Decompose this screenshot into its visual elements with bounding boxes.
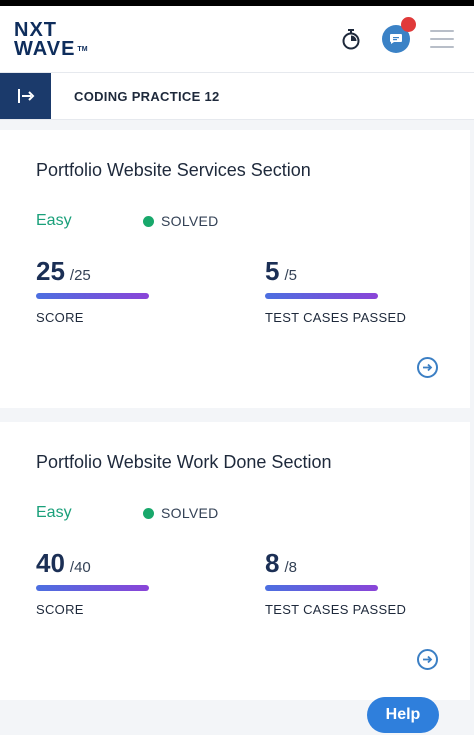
sidebar-expand-icon	[17, 89, 34, 103]
test-cases-label: TEST CASES PASSED	[265, 602, 407, 617]
test-cases-value: 5 /5	[265, 256, 297, 287]
test-cases-label: TEST CASES PASSED	[265, 310, 407, 325]
score-total: /25	[69, 267, 91, 284]
status-text: SOLVED	[161, 213, 219, 229]
score-label: SCORE	[36, 310, 84, 325]
chat-button[interactable]	[382, 17, 416, 53]
practice-subheader: CODING PRACTICE 12	[0, 72, 474, 120]
logo-line-2: WAVE	[14, 38, 76, 60]
menu-icon[interactable]	[430, 30, 454, 48]
status-badge: SOLVED	[143, 213, 219, 229]
open-question-button[interactable]	[417, 649, 438, 670]
score-number: 40	[36, 548, 65, 578]
difficulty-label: Easy	[36, 504, 72, 521]
solved-dot-icon	[143, 507, 154, 519]
nxtwave-logo[interactable]: NXT WAVE TM	[14, 20, 88, 60]
test-cases-total: /8	[284, 559, 297, 576]
open-question-button[interactable]	[417, 357, 438, 378]
test-cases-value: 8 /8	[265, 548, 297, 579]
question-title: Portfolio Website Services Section	[36, 160, 311, 180]
sidebar-toggle-button[interactable]	[0, 73, 51, 119]
test-cases-number: 8	[265, 548, 280, 578]
test-cases-progress-bar	[265, 293, 378, 299]
practice-title: CODING PRACTICE 12	[74, 88, 220, 104]
question-card[interactable]: Portfolio Website Services Section Easy …	[0, 130, 470, 408]
question-card[interactable]: Portfolio Website Work Done Section Easy…	[0, 422, 470, 700]
arrow-right-circle-icon	[423, 655, 433, 664]
question-title: Portfolio Website Work Done Section	[36, 452, 332, 472]
status-text: SOLVED	[161, 505, 219, 521]
difficulty-label: Easy	[36, 212, 72, 229]
score-number: 25	[36, 256, 65, 286]
app-header: NXT WAVE TM	[0, 6, 474, 72]
timer-icon[interactable]	[340, 28, 362, 50]
score-total: /40	[69, 559, 91, 576]
score-value: 25 /25	[36, 256, 91, 287]
arrow-right-circle-icon	[423, 363, 433, 372]
score-label: SCORE	[36, 602, 84, 617]
status-badge: SOLVED	[143, 505, 219, 521]
score-progress-bar	[36, 585, 149, 591]
test-cases-number: 5	[265, 256, 280, 286]
test-cases-progress-bar	[265, 585, 378, 591]
logo-tm: TM	[77, 46, 88, 53]
score-progress-bar	[36, 293, 149, 299]
test-cases-total: /5	[284, 267, 297, 284]
solved-dot-icon	[143, 215, 154, 227]
score-value: 40 /40	[36, 548, 91, 579]
help-button[interactable]: Help	[367, 697, 439, 733]
notification-badge	[401, 17, 416, 32]
